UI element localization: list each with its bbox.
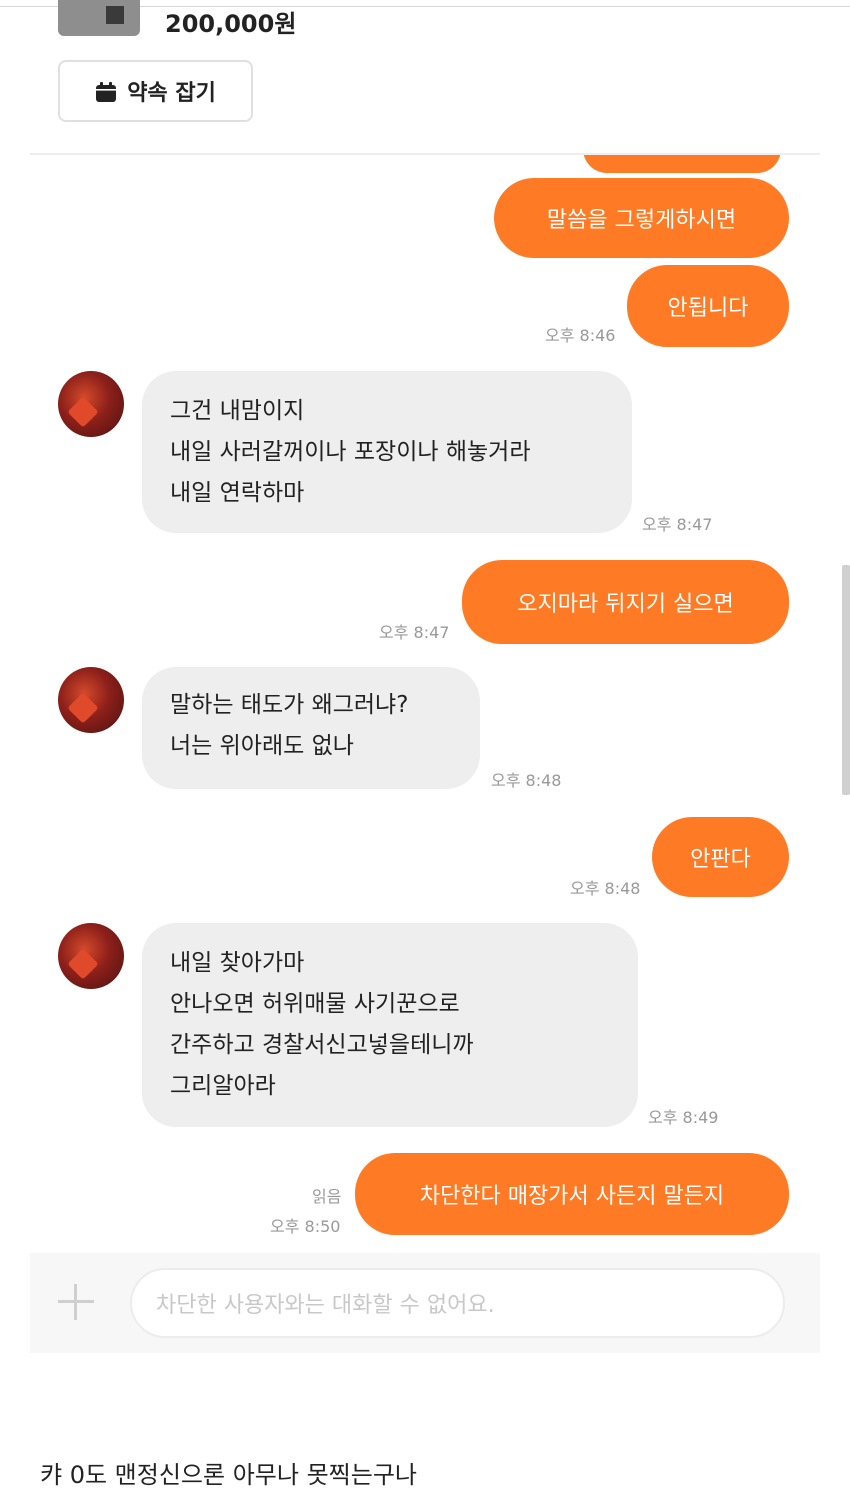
avatar[interactable] [58,923,124,989]
chat-area[interactable]: 말씀을 그렇게하시면 안됩니다 오후 8:46 그건 내맘이지 내일 사러갈꺼이… [0,155,850,1255]
message-time: 오후 8:47 [379,623,450,642]
message-bubble-incoming: 말하는 태도가 왜그러냐? 너는 위아래도 없나 [142,667,480,789]
message-time: 오후 8:48 [491,771,562,790]
avatar[interactable] [58,667,124,733]
product-thumbnail[interactable] [58,0,140,36]
message-bubble-outgoing: 말씀을 그렇게하시면 [494,178,789,258]
read-receipt: 읽음 [312,1187,342,1206]
appointment-button-label: 약속 잡기 [127,81,216,106]
caption-comment: 캬 0도 맨정신으론 아무나 못찍는구나 [40,1461,417,1489]
message-bubble-incoming: 내일 찾아가마 안나오면 허위매물 사기꾼으로 간주하고 경찰서신고넣을테니까 … [142,923,638,1127]
message-bubble-outgoing: 차단한다 매장가서 사든지 말든지 [355,1153,789,1235]
scrollbar[interactable] [842,565,850,795]
calendar-icon [95,81,117,102]
product-price: 200,000원 [165,10,297,38]
message-bubble-outgoing: 안판다 [652,817,789,897]
message-time: 오후 8:50 [270,1217,341,1236]
message-time: 오후 8:46 [545,326,616,345]
plus-icon[interactable] [56,1282,96,1322]
message-bubble-outgoing: 안됩니다 [627,265,789,347]
message-input[interactable]: 차단한 사용자와는 대화할 수 없어요. [130,1268,785,1338]
message-time: 오후 8:48 [570,879,641,898]
message-bubble-incoming: 그건 내맘이지 내일 사러갈꺼이나 포장이나 해놓거라 내일 연락하마 [142,371,632,533]
message-bubble-outgoing: 오지마라 뒤지기 실으면 [462,560,789,644]
message-bubble-outgoing-partial [583,155,781,173]
appointment-button[interactable]: 약속 잡기 [58,60,253,122]
message-time: 오후 8:49 [648,1108,719,1127]
message-time: 오후 8:47 [642,515,713,534]
bottom-nav [30,1353,820,1389]
avatar[interactable] [58,371,124,437]
